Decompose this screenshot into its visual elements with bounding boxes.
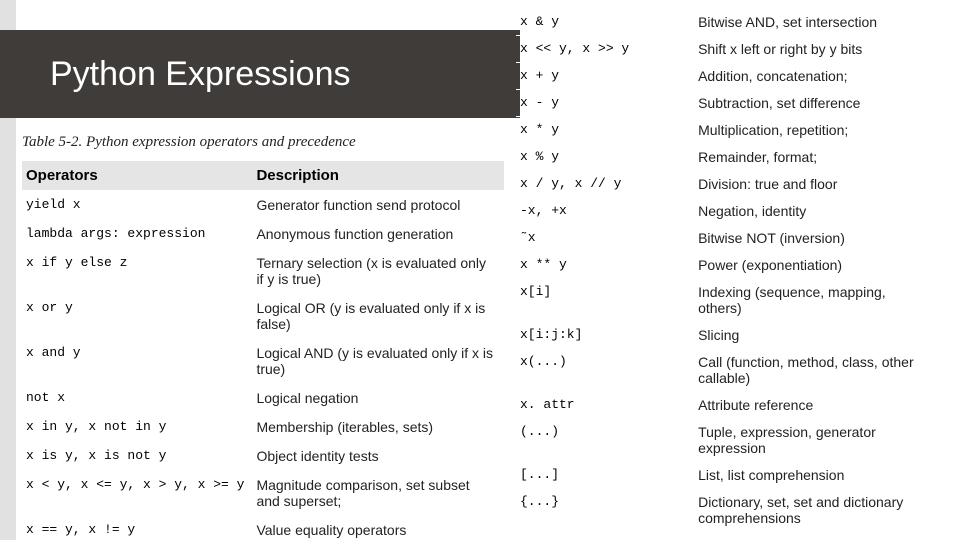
operator-cell: x(...) (516, 349, 694, 392)
operator-cell: x / y, x // y (516, 171, 694, 198)
table-row: x in y, x not in yMembership (iterables,… (22, 413, 504, 442)
operator-cell: x < y, x <= y, x > y, x >= y (22, 471, 252, 516)
table-row: x[i:j:k]Slicing (516, 322, 940, 349)
operator-cell: not x (22, 384, 252, 413)
table-row: x % yRemainder, format; (516, 144, 940, 171)
page-title: Python Expressions (20, 55, 351, 94)
slide: Python Expressions Table 5-2. Python exp… (0, 0, 960, 540)
operators-table-right: x & yBitwise AND, set intersectionx << y… (516, 8, 940, 531)
description-cell: Shift x left or right by y bits (694, 36, 940, 63)
table-row: x ** yPower (exponentiation) (516, 252, 940, 279)
table-row: not xLogical negation (22, 384, 504, 413)
description-cell: Addition, concatenation; (694, 63, 940, 90)
table-row: x < y, x <= y, x > y, x >= yMagnitude co… (22, 471, 504, 516)
operator-cell: x % y (516, 144, 694, 171)
table-row: x - ySubtraction, set difference (516, 90, 940, 117)
table-row: yield xGenerator function send protocol (22, 191, 504, 220)
title-band: Python Expressions (20, 30, 520, 118)
col-header-description: Description (252, 161, 504, 191)
operator-cell: ˜x (516, 225, 694, 252)
table-row: x[i]Indexing (sequence, mapping, others) (516, 279, 940, 322)
operator-cell: x. attr (516, 392, 694, 419)
left-column: Table 5-2. Python expression operators a… (22, 134, 504, 540)
operator-cell: x[i] (516, 279, 694, 322)
description-cell: Power (exponentiation) (694, 252, 940, 279)
table-row: x * yMultiplication, repetition; (516, 117, 940, 144)
description-cell: Ternary selection (x is evaluated only i… (252, 249, 504, 294)
table-row: x + yAddition, concatenation; (516, 63, 940, 90)
table-row: x / y, x // yDivision: true and floor (516, 171, 940, 198)
operator-cell: x ** y (516, 252, 694, 279)
operator-cell: x & y (516, 9, 694, 36)
table-caption: Table 5-2. Python expression operators a… (22, 134, 504, 151)
description-cell: Membership (iterables, sets) (252, 413, 504, 442)
operator-cell: x and y (22, 339, 252, 384)
table-row: x & yBitwise AND, set intersection (516, 9, 940, 36)
description-cell: Magnitude comparison, set subset and sup… (252, 471, 504, 516)
table-row: x and yLogical AND (y is evaluated only … (22, 339, 504, 384)
description-cell: Call (function, method, class, other cal… (694, 349, 940, 392)
table-row: [...]List, list comprehension (516, 462, 940, 489)
right-column: x & yBitwise AND, set intersectionx << y… (516, 8, 940, 531)
table-row: ˜xBitwise NOT (inversion) (516, 225, 940, 252)
operator-cell: x << y, x >> y (516, 36, 694, 63)
operator-cell: yield x (22, 191, 252, 220)
operator-cell: x == y, x != y (22, 516, 252, 540)
operator-cell: x in y, x not in y (22, 413, 252, 442)
description-cell: Anonymous function generation (252, 220, 504, 249)
description-cell: Multiplication, repetition; (694, 117, 940, 144)
operator-cell: x + y (516, 63, 694, 90)
operator-cell: x if y else z (22, 249, 252, 294)
description-cell: Logical negation (252, 384, 504, 413)
description-cell: Value equality operators (252, 516, 504, 540)
operator-cell: x[i:j:k] (516, 322, 694, 349)
table-row: x == y, x != yValue equality operators (22, 516, 504, 540)
description-cell: Generator function send protocol (252, 191, 504, 220)
table-row: x or yLogical OR (y is evaluated only if… (22, 294, 504, 339)
operator-cell: lambda args: expression (22, 220, 252, 249)
description-cell: List, list comprehension (694, 462, 940, 489)
description-cell: Division: true and floor (694, 171, 940, 198)
operator-cell: x * y (516, 117, 694, 144)
description-cell: Dictionary, set, set and dictionary comp… (694, 489, 940, 532)
operator-cell: x is y, x is not y (22, 442, 252, 471)
description-cell: Subtraction, set difference (694, 90, 940, 117)
table-row: x is y, x is not yObject identity tests (22, 442, 504, 471)
description-cell: Bitwise AND, set intersection (694, 9, 940, 36)
table-row: x if y else zTernary selection (x is eva… (22, 249, 504, 294)
description-cell: Indexing (sequence, mapping, others) (694, 279, 940, 322)
operator-cell: x or y (22, 294, 252, 339)
table-row: (...)Tuple, expression, generator expres… (516, 419, 940, 462)
table-row: {...}Dictionary, set, set and dictionary… (516, 489, 940, 532)
description-cell: Object identity tests (252, 442, 504, 471)
operator-cell: -x, +x (516, 198, 694, 225)
description-cell: Remainder, format; (694, 144, 940, 171)
table-row: -x, +xNegation, identity (516, 198, 940, 225)
description-cell: Tuple, expression, generator expression (694, 419, 940, 462)
table-row: lambda args: expressionAnonymous functio… (22, 220, 504, 249)
description-cell: Logical OR (y is evaluated only if x is … (252, 294, 504, 339)
description-cell: Logical AND (y is evaluated only if x is… (252, 339, 504, 384)
table-row: x. attrAttribute reference (516, 392, 940, 419)
operator-cell: [...] (516, 462, 694, 489)
col-header-operators: Operators (22, 161, 252, 191)
description-cell: Bitwise NOT (inversion) (694, 225, 940, 252)
table-row: x << y, x >> yShift x left or right by y… (516, 36, 940, 63)
table-row: x(...)Call (function, method, class, oth… (516, 349, 940, 392)
operator-cell: x - y (516, 90, 694, 117)
operators-table-left: Operators Description yield xGenerator f… (22, 161, 504, 540)
description-cell: Negation, identity (694, 198, 940, 225)
operator-cell: {...} (516, 489, 694, 532)
description-cell: Attribute reference (694, 392, 940, 419)
description-cell: Slicing (694, 322, 940, 349)
operator-cell: (...) (516, 419, 694, 462)
